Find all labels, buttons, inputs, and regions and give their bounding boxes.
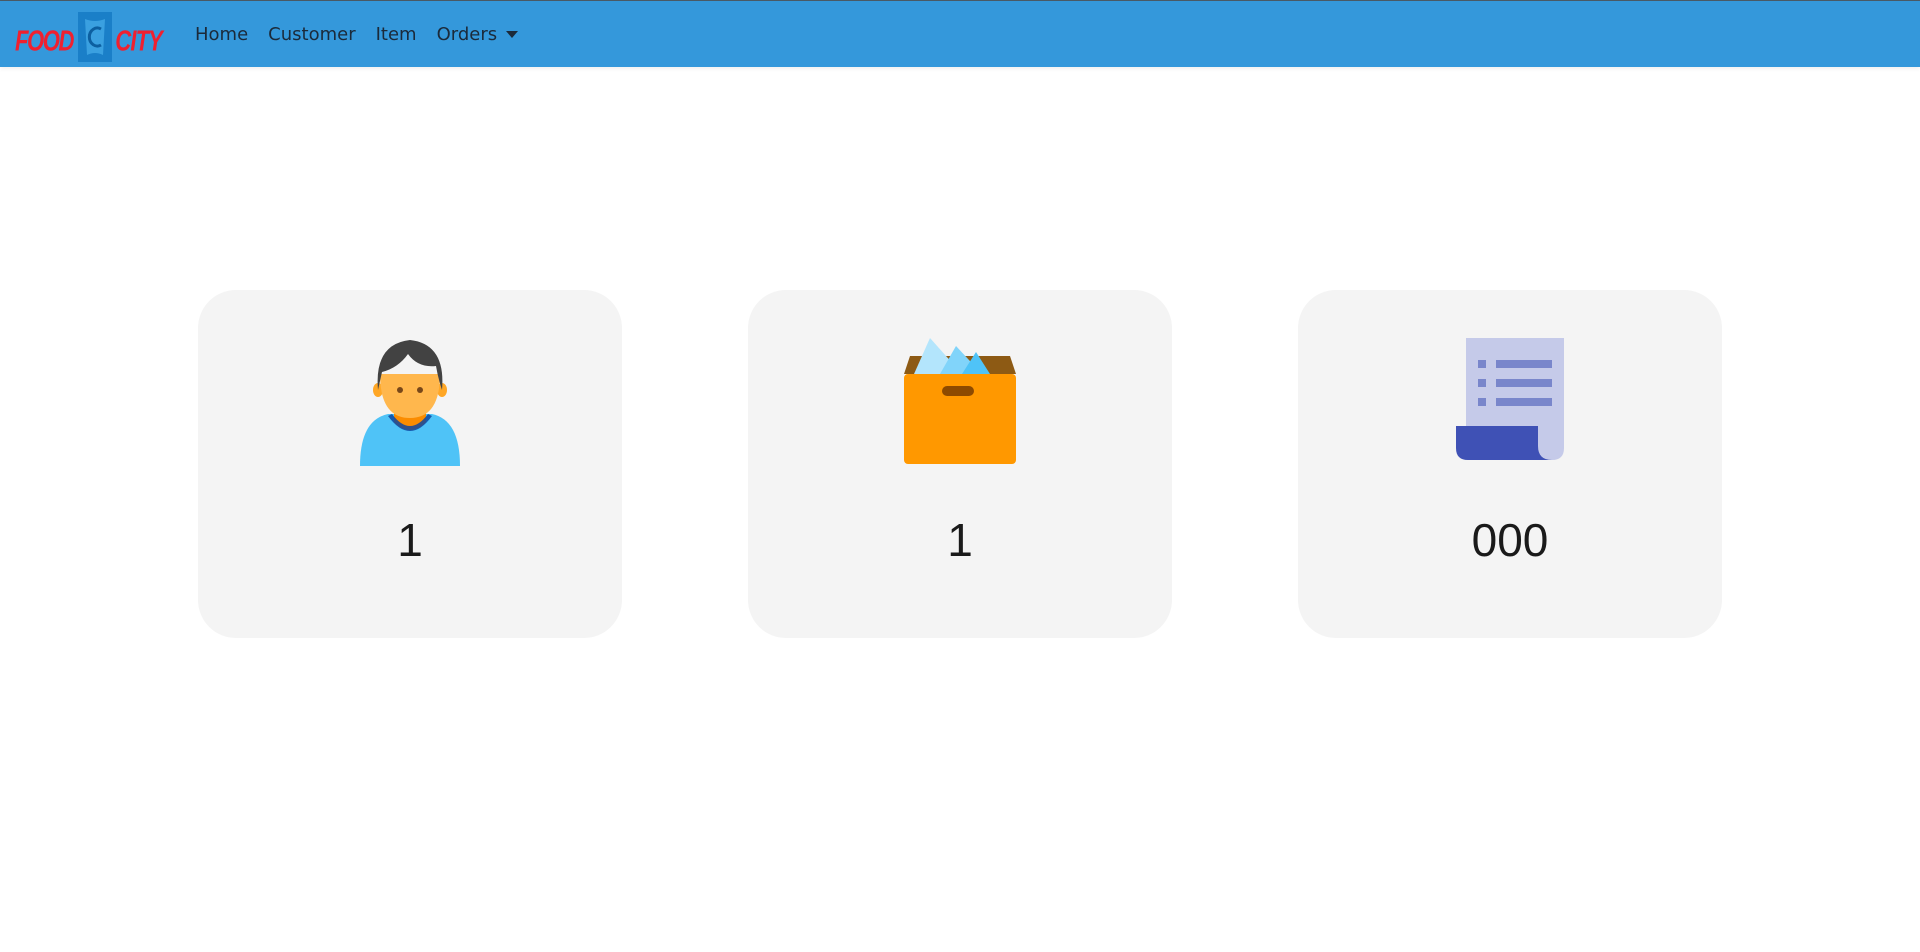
nav-customer[interactable]: Customer [268,24,355,45]
svg-text:FOOD: FOOD [15,26,75,57]
item-count: 1 [947,514,973,566]
item-box-icon [904,338,1016,464]
order-count-card[interactable]: 000 [1298,290,1722,638]
svg-text:CITY: CITY [115,26,164,57]
nav-orders-label: Orders [436,23,498,45]
nav-item[interactable]: Item [376,24,417,45]
customer-count: 1 [397,514,423,566]
customer-icon [360,340,460,466]
navbar: FOOD CITY Home Customer Item Orders [0,1,1920,67]
customer-count-card[interactable]: 1 [198,290,622,638]
order-count: 000 [1471,514,1549,566]
caret-down-icon [506,30,519,38]
order-receipt-icon [1456,338,1564,460]
item-count-card[interactable]: 1 [748,290,1172,638]
food-city-logo[interactable]: FOOD CITY [15,11,165,62]
nav-orders-dropdown[interactable]: Orders [437,24,519,45]
nav-home[interactable]: Home [195,24,248,45]
